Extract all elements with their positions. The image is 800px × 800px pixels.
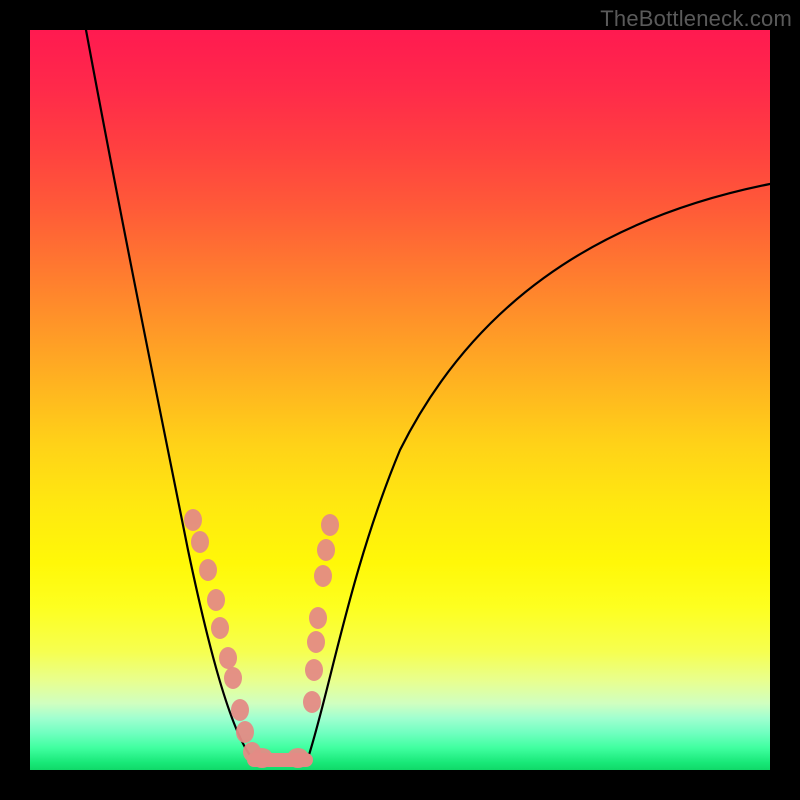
- marker-dot: [199, 559, 217, 581]
- marker-dot: [321, 514, 339, 536]
- marker-dot: [184, 509, 202, 531]
- plot-area: [30, 30, 770, 770]
- marker-dot: [307, 631, 325, 653]
- marker-dot: [251, 748, 273, 768]
- right-markers: [303, 514, 339, 713]
- marker-dot: [219, 647, 237, 669]
- marker-dot: [314, 565, 332, 587]
- marker-dot: [224, 667, 242, 689]
- chart-container: TheBottleneck.com: [0, 0, 800, 800]
- marker-dot: [211, 617, 229, 639]
- marker-dot: [287, 748, 309, 768]
- marker-dot: [207, 589, 225, 611]
- marker-dot: [231, 699, 249, 721]
- watermark-text: TheBottleneck.com: [600, 6, 792, 32]
- left-markers: [184, 509, 261, 762]
- right-curve: [308, 184, 770, 758]
- marker-dot: [303, 691, 321, 713]
- marker-dot: [191, 531, 209, 553]
- marker-dot: [236, 721, 254, 743]
- curves-svg: [30, 30, 770, 770]
- marker-dot: [317, 539, 335, 561]
- marker-dot: [305, 659, 323, 681]
- marker-dot: [309, 607, 327, 629]
